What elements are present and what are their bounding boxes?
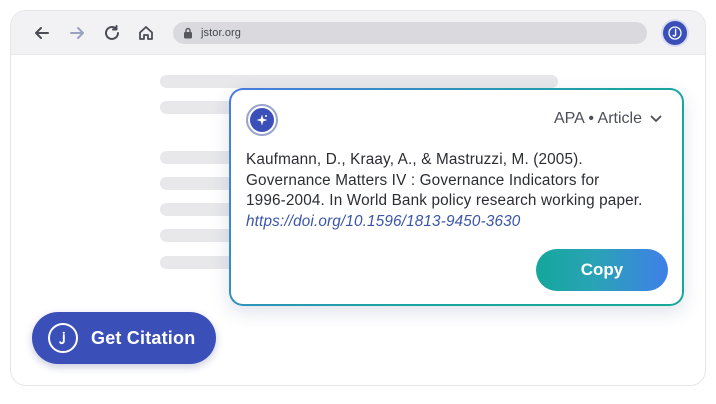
copy-button[interactable]: Copy [536,249,668,291]
get-citation-button[interactable]: Get Citation [32,312,216,364]
citation-style-dropdown[interactable]: APA • Article [554,110,662,128]
reload-icon[interactable] [101,22,123,44]
url-text: jstor.org [201,27,242,39]
placeholder-line [160,75,558,88]
citation-line: Kaufmann, D., Kraay, A., & Mastruzzi, M.… [246,151,583,168]
citation-text: Kaufmann, D., Kraay, A., & Mastruzzi, M.… [246,150,676,232]
address-bar[interactable]: jstor.org [173,22,647,44]
citation-style-label: APA • Article [553,110,642,127]
arrow-left-icon[interactable] [31,22,53,44]
get-citation-label: Get Citation [91,327,196,348]
home-icon[interactable] [135,22,157,44]
chevron-down-icon [650,110,662,128]
doi-link[interactable]: https://doi.org/10.1596/1813-9450-3630 [246,212,676,233]
citation-line: Governance Matters IV : Governance Indic… [246,171,600,189]
citation-popup-body: APA • Article Kaufmann, D., Kraay, A., &… [231,90,682,304]
browser-toolbar: jstor.org [11,11,705,55]
citation-extension-icon[interactable] [663,21,687,45]
sparkle-icon [246,104,278,136]
citation-popup: APA • Article Kaufmann, D., Kraay, A., &… [229,88,684,306]
citation-logo-icon [48,323,78,353]
citation-line: 1996-2004. In World Bank policy research… [246,192,643,209]
arrow-right-icon[interactable] [66,22,88,44]
lock-icon [183,27,195,39]
